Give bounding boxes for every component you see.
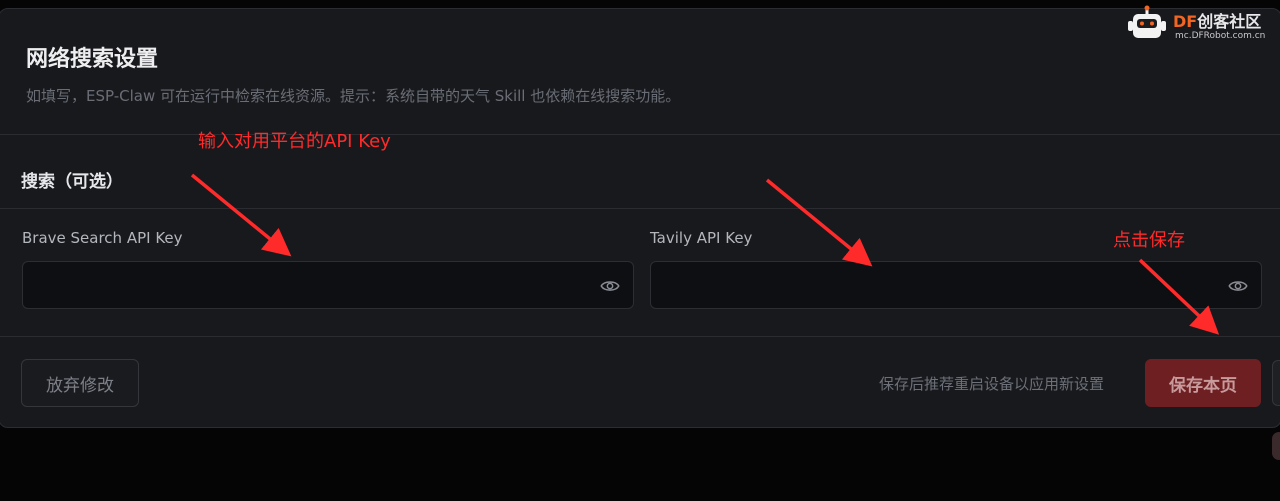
annotation-save-hint: 点击保存 [1113,230,1185,251]
web-search-settings-panel: 网络搜索设置 如填写，ESP-Claw 可在运行中检索在线资源。提示：系统自带的… [0,8,1280,428]
tavily-api-key-label: Tavily API Key [650,229,753,247]
screen: 网络搜索设置 如填写，ESP-Claw 可在运行中检索在线资源。提示：系统自带的… [0,0,1280,501]
footer-divider [0,336,1280,337]
watermark-brand-suffix: 创客社区 [1197,12,1262,31]
dfrobot-watermark: DF创客社区 mc.DFRobot.com.cn [1125,4,1275,46]
header-divider [0,134,1280,135]
eye-icon[interactable] [1227,276,1249,296]
robot-logo-icon [1128,5,1166,38]
brave-api-key-field [22,261,634,309]
save-page-button[interactable]: 保存本页 [1145,359,1261,407]
brave-api-key-input[interactable] [23,262,583,308]
watermark-brand-prefix: DF [1173,12,1198,31]
section-divider [0,208,1280,209]
tavily-api-key-field [650,261,1262,309]
page-subtitle: 如填写，ESP-Claw 可在运行中检索在线资源。提示：系统自带的天气 Skil… [26,87,681,105]
brave-api-key-label: Brave Search API Key [22,229,183,247]
watermark-brand: DF创客社区 [1173,8,1261,32]
eye-icon[interactable] [599,276,621,296]
watermark-url: mc.DFRobot.com.cn [1175,31,1266,41]
section-title: 搜索（可选） [21,172,123,192]
annotation-input-hint: 输入对用平台的API Key [198,131,391,152]
discard-changes-button[interactable]: 放弃修改 [21,359,139,407]
offscreen-avatar-edge [1272,432,1280,460]
offscreen-button-edge[interactable] [1272,360,1280,406]
restart-hint: 保存后推荐重启设备以应用新设置 [879,375,1105,393]
tavily-api-key-input[interactable] [651,262,1211,308]
page-title: 网络搜索设置 [26,47,159,72]
